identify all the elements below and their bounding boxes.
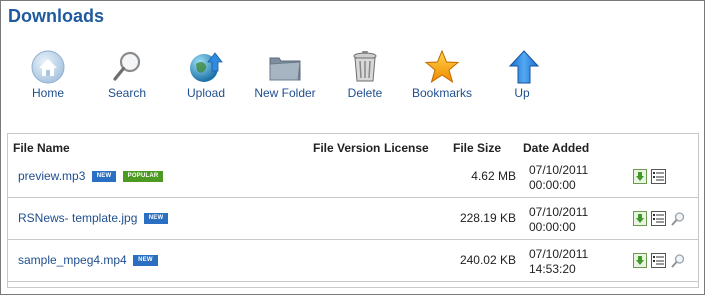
up-arrow-icon	[506, 49, 542, 85]
column-license: License	[384, 141, 429, 155]
magnifier-icon	[109, 49, 145, 85]
up-button[interactable]: Up	[506, 49, 540, 100]
date-added: 07/10/2011 14:53:20	[529, 247, 588, 277]
bookmarks-label: Bookmarks	[411, 86, 473, 100]
bookmarks-button[interactable]: Bookmarks	[410, 49, 474, 100]
date-added-date: 07/10/2011	[529, 163, 589, 177]
column-file-version: File Version	[313, 141, 381, 155]
details-icon[interactable]	[651, 211, 666, 226]
file-link[interactable]: preview.mp3 NEW POPULAR	[18, 169, 164, 183]
new-badge: NEW	[143, 213, 169, 225]
new-badge: NEW	[133, 255, 158, 267]
table-row: preview.mp3 NEW POPULAR 4.62 MB 07/10/20…	[8, 156, 698, 198]
date-added: 07/10/2011 00:00:00	[529, 163, 588, 193]
details-icon[interactable]	[651, 253, 666, 268]
date-added-time: 14:53:20	[529, 262, 576, 276]
page-title: Downloads	[8, 6, 105, 26]
table-row: sample_mpeg4.mp4 NEW 240.02 KB 07/10/201…	[8, 240, 698, 282]
date-added-time: 00:00:00	[529, 220, 576, 234]
date-added-time: 00:00:00	[529, 178, 576, 192]
new-folder-button[interactable]: New Folder	[252, 49, 318, 100]
new-badge: NEW	[91, 171, 117, 183]
file-size: 228.19 KB	[459, 211, 516, 225]
preview-magnifier-icon[interactable]	[671, 211, 685, 226]
table-row: RSNews- template.jpg NEW 228.19 KB 07/10…	[8, 198, 698, 240]
up-label: Up	[514, 86, 530, 100]
upload-button[interactable]: Upload	[184, 49, 228, 100]
file-name: RSNews- template.jpg	[18, 211, 138, 225]
table-header: File Name File Version License File Size…	[8, 134, 698, 158]
column-file-name: File Name	[13, 141, 70, 155]
new-folder-label: New Folder	[254, 86, 316, 100]
delete-button[interactable]: Delete	[345, 49, 385, 100]
download-icon[interactable]	[633, 169, 647, 184]
column-file-size: File Size	[453, 141, 502, 155]
folder-icon	[267, 49, 303, 85]
file-name: preview.mp3	[18, 169, 86, 183]
date-added: 07/10/2011 00:00:00	[529, 205, 588, 235]
toolbar: Home Search Upload New Folder Delete Boo…	[1, 49, 705, 109]
home-button[interactable]: Home	[29, 49, 67, 100]
globe-upload-icon	[188, 49, 224, 85]
details-icon[interactable]	[651, 169, 666, 184]
preview-magnifier-icon[interactable]	[671, 253, 685, 268]
search-label: Search	[107, 86, 147, 100]
date-added-date: 07/10/2011	[529, 247, 589, 261]
popular-badge: POPULAR	[122, 171, 164, 183]
file-size: 240.02 KB	[459, 253, 516, 267]
file-size: 4.62 MB	[471, 169, 516, 183]
trash-can-icon	[347, 49, 383, 85]
files-table: File Name File Version License File Size…	[7, 133, 699, 288]
delete-label: Delete	[347, 86, 383, 100]
search-button[interactable]: Search	[105, 49, 149, 100]
download-icon[interactable]	[633, 253, 647, 268]
file-link[interactable]: sample_mpeg4.mp4 NEW	[18, 253, 158, 267]
star-icon	[424, 49, 460, 85]
file-name: sample_mpeg4.mp4	[18, 253, 127, 267]
column-date-added: Date Added	[523, 141, 590, 155]
home-icon	[30, 49, 66, 85]
home-label: Home	[31, 86, 64, 100]
download-icon[interactable]	[633, 211, 647, 226]
date-added-date: 07/10/2011	[529, 205, 589, 219]
downloads-window: Downloads Home Search Upload New Folder …	[0, 0, 705, 295]
upload-label: Upload	[186, 86, 226, 100]
file-link[interactable]: RSNews- template.jpg NEW	[18, 211, 169, 225]
